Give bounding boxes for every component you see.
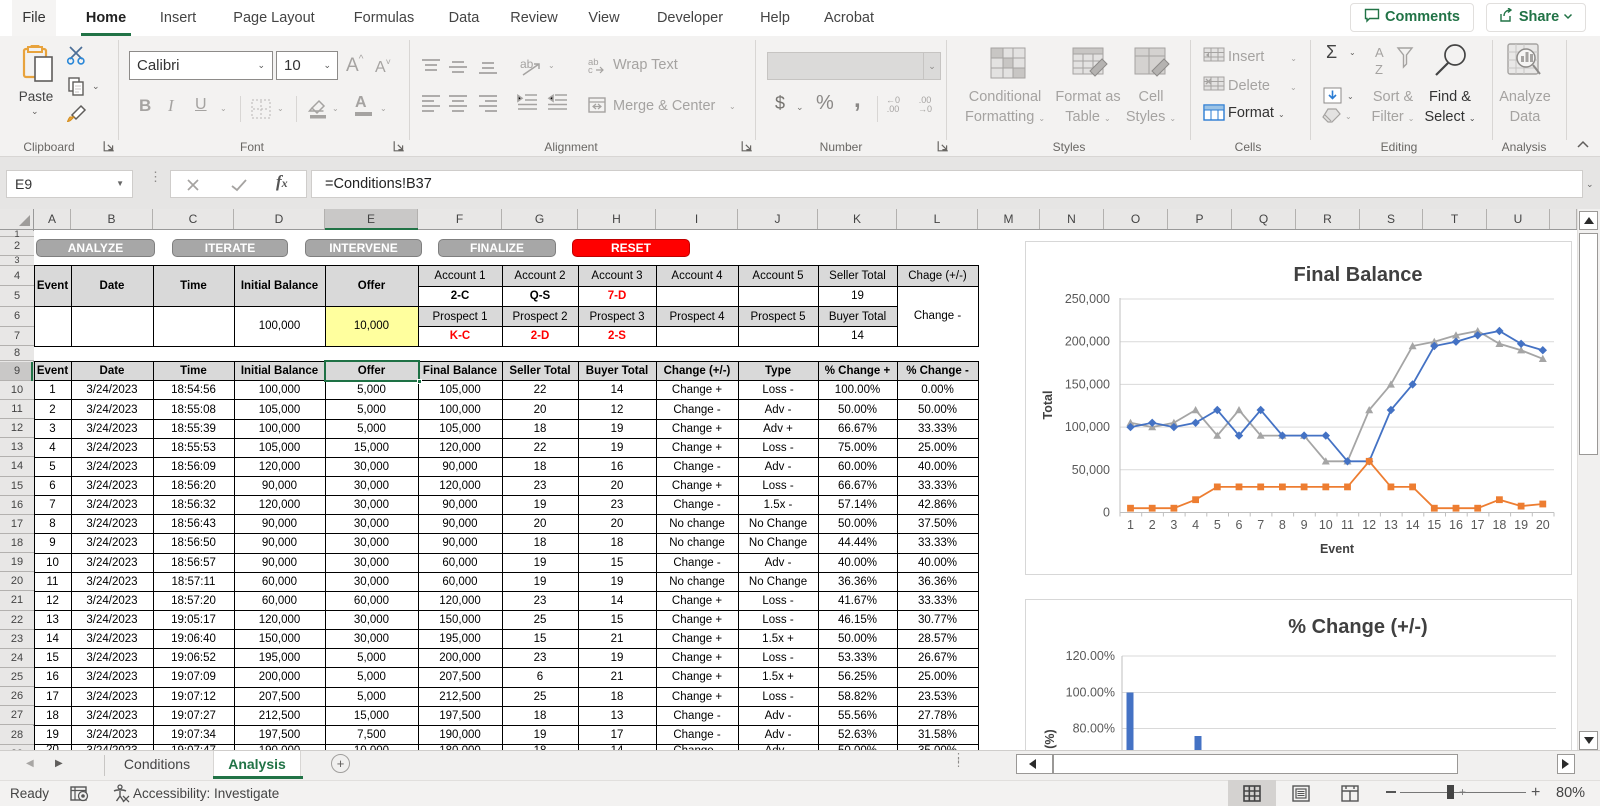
- svg-text:16: 16: [1449, 518, 1463, 532]
- svg-text:2: 2: [1149, 518, 1156, 532]
- svg-text:c: c: [588, 65, 593, 74]
- svg-text:Total: Total: [1041, 391, 1055, 420]
- svg-text:19: 19: [1514, 518, 1528, 532]
- svg-text:100.00%: 100.00%: [1066, 686, 1115, 700]
- svg-text:4: 4: [1192, 518, 1199, 532]
- svg-text:7: 7: [1257, 518, 1264, 532]
- svg-text:14: 14: [1406, 518, 1420, 532]
- svg-text:8: 8: [1279, 518, 1286, 532]
- svg-text:12: 12: [1362, 518, 1376, 532]
- svg-text:% Change (+/-): % Change (+/-): [1288, 616, 1427, 638]
- svg-text:120.00%: 120.00%: [1066, 649, 1115, 663]
- svg-text:18: 18: [1492, 518, 1506, 532]
- svg-text:150,000: 150,000: [1065, 377, 1110, 391]
- svg-text:10: 10: [1319, 518, 1333, 532]
- svg-text:17: 17: [1471, 518, 1485, 532]
- svg-text:250,000: 250,000: [1065, 292, 1110, 306]
- svg-text:Final Balance: Final Balance: [1294, 264, 1423, 286]
- svg-text:100,000: 100,000: [1065, 420, 1110, 434]
- svg-text:80.00%: 80.00%: [1073, 722, 1115, 736]
- svg-text:1: 1: [1127, 518, 1134, 532]
- svg-text:(%): (%): [1043, 729, 1057, 748]
- svg-text:Event: Event: [1320, 542, 1355, 556]
- svg-text:13: 13: [1384, 518, 1398, 532]
- svg-text:20: 20: [1536, 518, 1550, 532]
- svg-text:5: 5: [1214, 518, 1221, 532]
- svg-text:15: 15: [1427, 518, 1441, 532]
- svg-text:50,000: 50,000: [1072, 463, 1110, 477]
- svg-text:Z: Z: [1375, 62, 1383, 77]
- svg-text:6: 6: [1236, 518, 1243, 532]
- svg-text:9: 9: [1301, 518, 1308, 532]
- svg-text:A: A: [1375, 45, 1384, 60]
- svg-text:200,000: 200,000: [1065, 335, 1110, 349]
- svg-text:3: 3: [1170, 518, 1177, 532]
- svg-text:11: 11: [1341, 518, 1354, 532]
- svg-text:0: 0: [1103, 506, 1110, 520]
